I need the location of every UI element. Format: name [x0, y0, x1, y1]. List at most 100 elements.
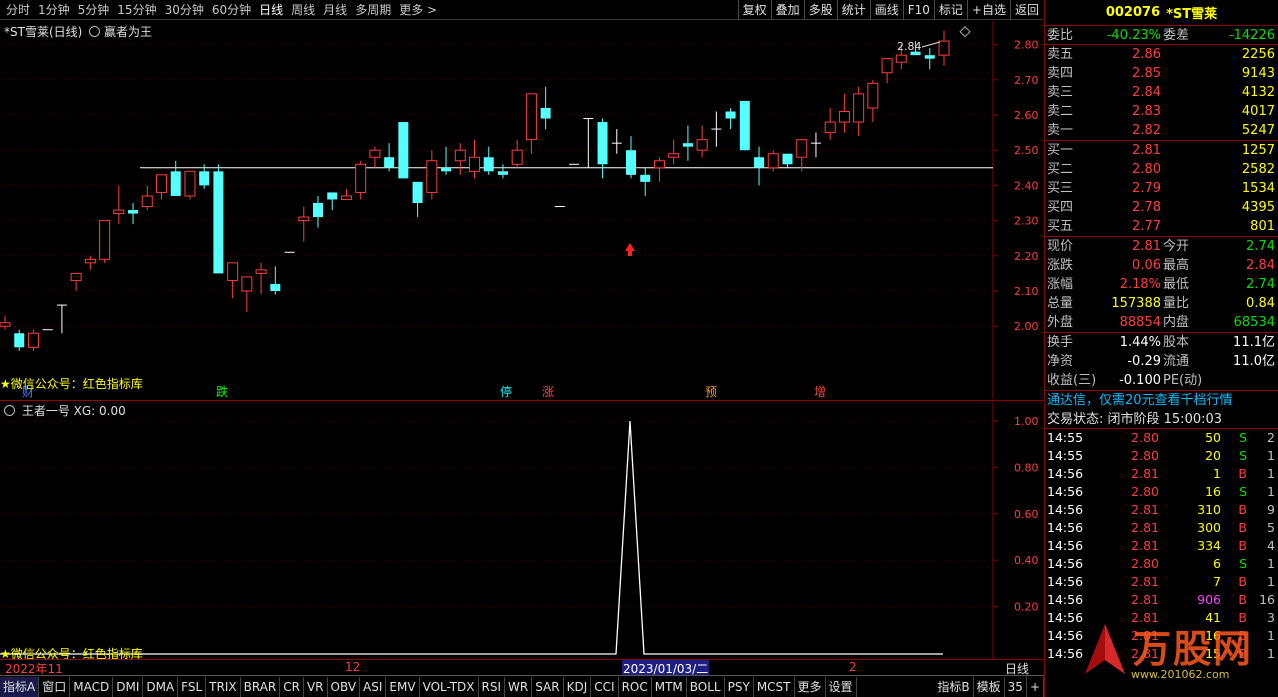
period-tab-7[interactable]: 周线	[289, 1, 317, 18]
indicator-tab-5[interactable]: FSL	[178, 676, 207, 697]
stat-row-1: 涨跌 0.06 最高 2.84	[1045, 256, 1278, 275]
period-tab-3[interactable]: 15分钟	[115, 1, 158, 18]
indicator-tab-3[interactable]: DMI	[113, 676, 144, 697]
candle-body-down	[270, 283, 281, 291]
tool-button-5[interactable]: F10	[902, 0, 934, 20]
level2-notice[interactable]: 通达信，仅需20元查看千档行情	[1045, 391, 1278, 410]
period-tab-9[interactable]: 多周期	[353, 1, 393, 18]
indicator-tab-8[interactable]: CR	[280, 676, 304, 697]
level-label: 卖二	[1047, 104, 1074, 119]
tool-button-6[interactable]: 标记	[933, 0, 967, 20]
indicator-tab-0[interactable]: 指标A	[0, 676, 40, 697]
tick-count: 1	[1267, 466, 1275, 481]
tool-button-2[interactable]: 多股	[803, 0, 837, 20]
price-label: 2.80	[1014, 39, 1039, 52]
period-tab-2[interactable]: 5分钟	[76, 1, 112, 18]
indicator-tab-4[interactable]: DMA	[143, 676, 179, 697]
stat-label: 外盘	[1047, 315, 1074, 330]
indicator-tab-1[interactable]: 窗口	[39, 676, 71, 697]
level-price: 2.86	[1132, 47, 1161, 62]
asks-row-3[interactable]: 卖二 2.83 4017	[1045, 102, 1278, 121]
indicator-tab-2[interactable]: MACD	[70, 676, 114, 697]
tick-price: 2.80	[1131, 484, 1159, 499]
indicator-tab-17[interactable]: KDJ	[564, 676, 592, 697]
indicator-tab-24[interactable]: 更多	[795, 676, 826, 697]
period-tab-4[interactable]: 30分钟	[163, 1, 206, 18]
diamond-icon	[959, 26, 971, 38]
tick-count: 1	[1267, 556, 1275, 571]
indicator-tab-10[interactable]: OBV	[328, 676, 361, 697]
indicator-tab-13[interactable]: VOL-TDX	[420, 676, 479, 697]
period-tab-0[interactable]: 分时	[4, 1, 32, 18]
tick-side: B	[1238, 520, 1247, 535]
stat-label: 最高	[1163, 258, 1190, 273]
tick-time: 14:56	[1047, 502, 1084, 517]
tick-time: 14:55	[1047, 448, 1084, 463]
indicator-tab-22[interactable]: PSY	[725, 676, 754, 697]
stat-value: 2.84	[1246, 258, 1275, 273]
stat-value: 157388	[1111, 296, 1161, 311]
indicator-tab-25[interactable]: 设置	[826, 676, 857, 697]
bids-row-0[interactable]: 买一 2.81 1257	[1045, 141, 1278, 160]
period-tab-1[interactable]: 1分钟	[36, 1, 72, 18]
bottom-control-2[interactable]: 35	[1005, 676, 1027, 697]
indicator-tab-18[interactable]: CCI	[591, 676, 619, 697]
asks-row-4[interactable]: 卖一 2.82 5247	[1045, 121, 1278, 140]
sub-value-label: 1.00	[1014, 415, 1039, 428]
indicator-tab-12[interactable]: EMV	[386, 676, 420, 697]
level-volume: 1257	[1241, 143, 1275, 158]
indicator-tab-6[interactable]: TRIX	[206, 676, 241, 697]
buy-arrow-icon	[625, 243, 635, 256]
indicator-tab-19[interactable]: ROC	[619, 676, 652, 697]
tick-row-5: 14:56 2.81 300 B 5	[1045, 519, 1278, 537]
candle-body-up	[184, 170, 196, 197]
asks-row-2[interactable]: 卖三 2.84 4132	[1045, 83, 1278, 102]
indicator-tab-14[interactable]: RSI	[479, 676, 506, 697]
candle-body-up	[298, 216, 310, 222]
indicator-tab-15[interactable]: WR	[505, 676, 533, 697]
period-tab-5[interactable]: 60分钟	[210, 1, 253, 18]
bids-row-1[interactable]: 买二 2.80 2582	[1045, 160, 1278, 179]
indicator-tab-23[interactable]: MCST	[754, 676, 795, 697]
period-tab-10[interactable]: 更多 >	[397, 1, 439, 18]
indicator-tab-9[interactable]: VR	[304, 676, 328, 697]
stat-label: 总量	[1047, 296, 1074, 311]
indicator-tab-16[interactable]: SAR	[532, 676, 564, 697]
asks-row-1[interactable]: 卖四 2.85 9143	[1045, 64, 1278, 83]
bottom-control-0[interactable]: 指标B	[934, 676, 974, 697]
indicator-tab-11[interactable]: ASI	[360, 676, 387, 697]
tick-volume: 1	[1213, 466, 1221, 481]
x-axis-label-dec: 12	[345, 660, 361, 674]
indicator-tab-20[interactable]: MTM	[652, 676, 687, 697]
bids-row-3[interactable]: 买四 2.78 4395	[1045, 198, 1278, 217]
period-tab-8[interactable]: 月线	[321, 1, 349, 18]
indicator-tab-21[interactable]: BOLL	[687, 676, 725, 697]
settings-circle-icon[interactable]	[4, 405, 15, 416]
indicator-tab-7[interactable]: BRAR	[241, 676, 281, 697]
tick-price: 2.81	[1131, 574, 1159, 589]
candle-body-down	[597, 122, 608, 165]
tick-side: B	[1238, 538, 1247, 553]
tool-button-3[interactable]: 统计	[836, 0, 870, 20]
sub-indicator-chart[interactable]: 1.00 0.80 0.60 0.40 0.20	[0, 401, 1043, 659]
tool-button-1[interactable]: 叠加	[770, 0, 804, 20]
candle-body-up	[113, 209, 125, 215]
period-tab-6[interactable]: 日线	[257, 1, 285, 18]
stat-value: 68534	[1233, 315, 1275, 330]
asks-row-0[interactable]: 卖五 2.86 2256	[1045, 45, 1278, 64]
main-kline-chart[interactable]: 2.80 2.70 2.60 2.50 2.40 2.30 2.20 2.10 2.00 2.84…	[0, 21, 1043, 399]
sub-value-label: 0.40	[1014, 554, 1039, 567]
bids-row-2[interactable]: 买三 2.79 1534	[1045, 179, 1278, 198]
tool-button-0[interactable]: 复权	[737, 0, 771, 20]
settings-circle-icon[interactable]	[89, 26, 101, 37]
tool-button-8[interactable]: 返回	[1009, 0, 1043, 20]
tick-side: B	[1238, 592, 1247, 607]
candle-body-up	[426, 160, 438, 193]
tool-button-7[interactable]: +自选	[966, 0, 1010, 20]
tool-button-4[interactable]: 画线	[869, 0, 903, 20]
bids-row-4[interactable]: 买五 2.77 801	[1045, 217, 1278, 236]
bottom-control-1[interactable]: 模板	[974, 676, 1005, 697]
stock-name: *ST雪莱	[1166, 7, 1218, 22]
bottom-control-3[interactable]: +	[1027, 676, 1044, 697]
candle-body-up	[511, 149, 523, 165]
